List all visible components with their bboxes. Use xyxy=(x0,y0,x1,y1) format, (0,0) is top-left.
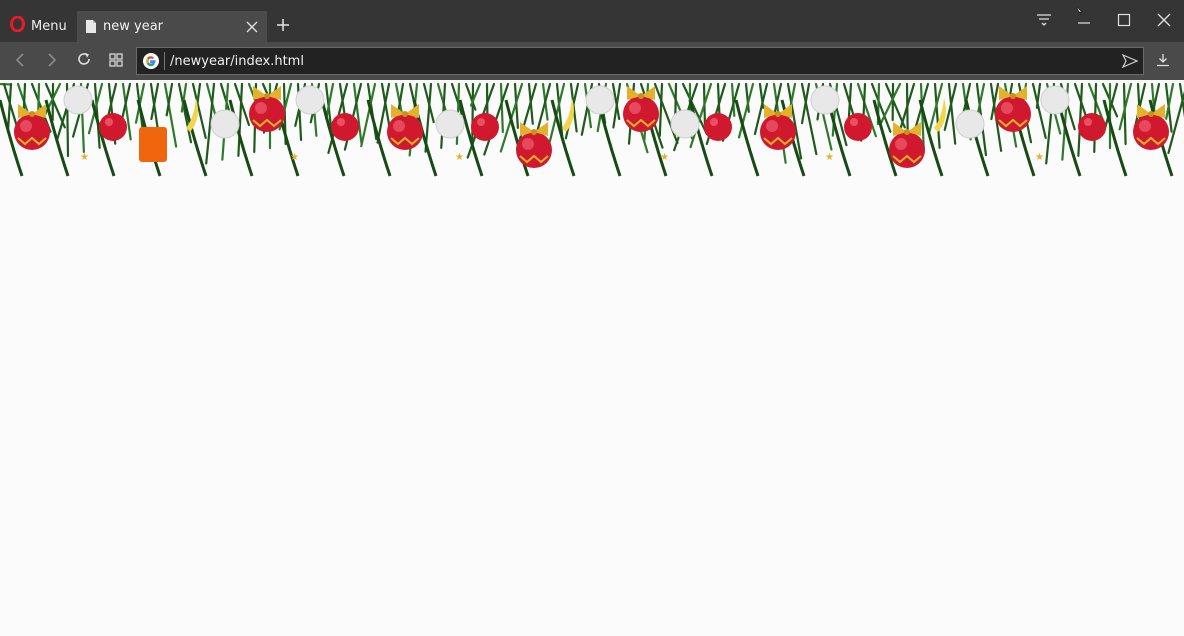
red-bauble-with-bow xyxy=(1133,114,1169,150)
document-icon xyxy=(85,19,97,34)
small-red-bauble xyxy=(1078,113,1106,141)
close-icon[interactable] xyxy=(245,20,259,34)
white-bauble xyxy=(955,109,985,139)
red-bauble-with-bow xyxy=(249,96,285,132)
tab-strip: Menu new year xyxy=(0,0,1184,42)
red-bauble-with-bow xyxy=(760,114,796,150)
red-bauble-with-bow xyxy=(623,96,659,132)
white-bauble xyxy=(1040,85,1070,115)
back-arrow-icon xyxy=(15,52,25,71)
google-icon xyxy=(143,53,159,69)
maximize-button[interactable] xyxy=(1106,6,1142,36)
gold-star-icon: ★ xyxy=(455,152,464,163)
gold-star-icon: ★ xyxy=(825,152,834,163)
tab-new-year[interactable]: new year xyxy=(77,11,267,42)
address-separator xyxy=(164,52,165,70)
small-red-bauble xyxy=(331,113,359,141)
easy-setup-button[interactable] xyxy=(1026,6,1062,36)
url-text[interactable]: /newyear/index.html xyxy=(170,54,1143,69)
new-tab-button[interactable] xyxy=(271,14,295,38)
red-bauble-with-bow xyxy=(995,96,1031,132)
opera-menu-button[interactable]: Menu xyxy=(4,12,73,40)
white-bauble xyxy=(295,85,325,115)
small-red-bauble xyxy=(471,113,499,141)
forward-arrow-icon xyxy=(47,52,57,71)
tab-title: new year xyxy=(103,19,164,34)
send-icon xyxy=(1121,53,1139,72)
christmas-garland-decoration: ★ ★ ★ ★ ★ ★ xyxy=(0,82,1184,177)
back-button[interactable] xyxy=(8,50,32,72)
easy-setup-icon xyxy=(1036,12,1052,31)
white-bauble xyxy=(810,85,840,115)
window-close-button[interactable] xyxy=(1146,6,1182,36)
opera-logo-icon xyxy=(10,15,25,36)
small-red-bauble xyxy=(844,113,872,141)
gold-crescent-ornament xyxy=(562,98,574,132)
small-red-bauble xyxy=(99,113,127,141)
red-bauble-with-bow xyxy=(889,132,925,168)
plus-icon xyxy=(276,17,290,36)
address-bar[interactable]: /newyear/index.html xyxy=(136,47,1144,75)
mouse-pointer-icon xyxy=(1076,0,1086,16)
small-red-bauble xyxy=(704,113,732,141)
window-close-icon xyxy=(1157,12,1171,31)
gold-star-icon: ★ xyxy=(1035,152,1044,163)
white-bauble xyxy=(435,109,465,139)
white-bauble xyxy=(210,109,240,139)
download-icon xyxy=(1156,52,1170,71)
menu-label: Menu xyxy=(31,18,67,34)
reload-button[interactable] xyxy=(72,50,96,72)
red-bauble-with-bow xyxy=(516,132,552,168)
gold-star-icon: ★ xyxy=(290,152,299,163)
send-button[interactable] xyxy=(1121,53,1139,71)
white-bauble xyxy=(670,109,700,139)
address-toolbar: /newyear/index.html xyxy=(0,42,1184,80)
gold-star-icon: ★ xyxy=(660,152,669,163)
downloads-button[interactable] xyxy=(1152,50,1174,72)
red-bauble-with-bow xyxy=(387,114,423,150)
maximize-icon xyxy=(1117,12,1131,31)
red-bauble-with-bow xyxy=(14,114,50,150)
page-content: ★ ★ ★ ★ ★ ★ xyxy=(0,80,1184,636)
forward-button[interactable] xyxy=(40,50,64,72)
orange-block[interactable] xyxy=(139,127,167,162)
grid-icon xyxy=(109,52,123,71)
tab-overview-button[interactable] xyxy=(104,50,128,72)
gold-star-icon: ★ xyxy=(80,152,89,163)
reload-icon xyxy=(76,51,92,71)
white-bauble xyxy=(63,85,93,115)
white-bauble xyxy=(585,85,615,115)
